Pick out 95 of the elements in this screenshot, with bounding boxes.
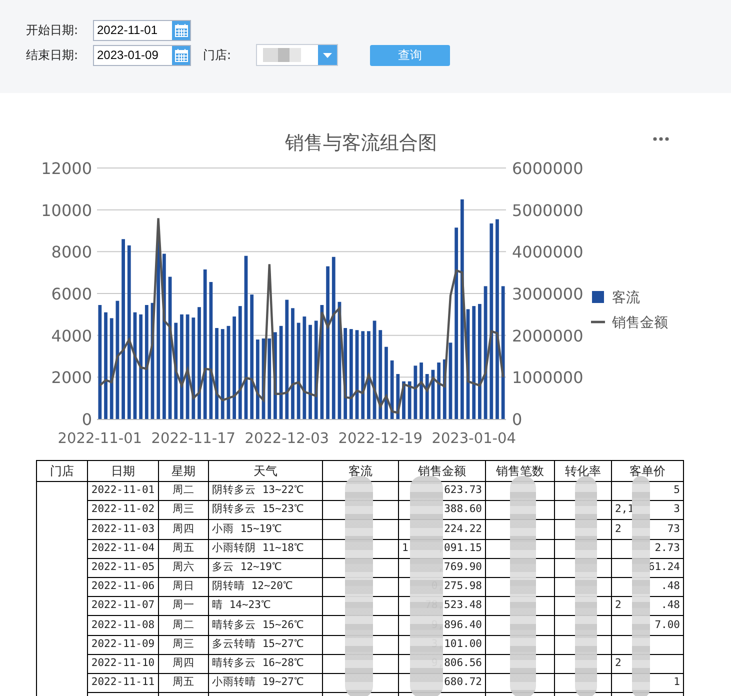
bar — [442, 359, 446, 419]
axis-label: 5000000 — [512, 200, 584, 220]
start-date-label: 开始日期: — [26, 22, 80, 39]
bar — [437, 362, 440, 419]
axis-label: 8000 — [51, 242, 92, 262]
axis-label: 4000000 — [512, 242, 584, 262]
axis-label: 12000 — [41, 159, 92, 178]
axis-label: 0 — [82, 410, 92, 429]
table-cell: 2022-11-07 — [88, 596, 158, 616]
table-cell: 2022-11-01 — [88, 482, 158, 501]
table-cell: 多云 12~19℃ — [208, 558, 322, 578]
bar — [402, 381, 406, 419]
axis-label: 2000000 — [512, 326, 584, 346]
axis-label: 3000000 — [512, 284, 584, 304]
table-cell-fragment: 2 — [615, 598, 622, 614]
table-cell: 周日 — [158, 577, 208, 597]
table-cell: 晴转多云 15~26℃ — [208, 616, 322, 635]
table-cell: 周三 — [158, 635, 208, 654]
table-cell: 晴 14~23℃ — [208, 596, 322, 616]
table-cell-fragment: 1 — [674, 675, 680, 690]
table-cell-fragment: 224.22 — [444, 522, 482, 537]
table-cell: 2022-11-09 — [88, 635, 158, 654]
axis-label: 6000000 — [512, 159, 584, 178]
table-cell: 周五 — [158, 539, 208, 558]
table-cell: 多云转晴 15~27℃ — [208, 635, 322, 654]
column-header: 门店 — [36, 460, 88, 482]
table-cell: 小雨转晴 19~27℃ — [208, 673, 322, 693]
table-cell-fragment: 5 — [674, 483, 680, 498]
axis-label: 6000 — [51, 284, 92, 304]
table-cell-fragment: 3 — [674, 502, 680, 518]
axis-label: 2022-12-19 — [338, 431, 423, 447]
table-cell: 周六 — [158, 558, 208, 578]
table-cell: 2022-11-02 — [88, 500, 158, 520]
axis-label: 2023-01-04 — [432, 431, 516, 447]
bar — [408, 381, 412, 419]
table-cell: 2022-11-08 — [88, 616, 158, 635]
table-cell: 周四 — [158, 520, 208, 540]
table-cell: 阴转多云 13~22℃ — [208, 482, 322, 501]
column-header: 星期 — [158, 460, 208, 482]
table-cell: 周四 — [158, 654, 208, 674]
bar — [431, 370, 435, 419]
table-cell-fragment: 680.72 — [444, 675, 482, 690]
end-date-label: 结束日期: — [26, 47, 80, 64]
column-header: 日期 — [88, 460, 158, 482]
table-cell-fragment: 388.60 — [444, 502, 482, 518]
table-cell: 周五 — [158, 673, 208, 693]
table-cell-fragment: 61.24 — [648, 560, 680, 575]
store-label: 门店: — [203, 47, 232, 64]
caret-icon — [323, 52, 332, 58]
table-cell: 2022-11-04 — [88, 539, 158, 558]
table-cell-fragment: 2 — [615, 522, 622, 537]
table-cell: 周二 — [158, 616, 208, 635]
axis-label: 0 — [512, 410, 522, 429]
legend-label: 销售金额 — [612, 315, 668, 331]
table-cell-fragment: ,091.15 — [438, 540, 482, 556]
axis-label: 4000 — [51, 326, 92, 346]
table-cell-fragment: ,769.90 — [438, 560, 482, 575]
axis-label: 1000000 — [512, 368, 584, 388]
column-header: 天气 — [208, 460, 322, 482]
table-cell-fragment: 2.73 — [654, 540, 680, 556]
table-cell: 小雨 15~19℃ — [208, 520, 322, 540]
table-cell: 小雨转阴 11~18℃ — [208, 539, 322, 558]
bar — [396, 374, 400, 419]
table-cell: 周二 — [158, 482, 208, 501]
more-icon[interactable] — [653, 137, 669, 141]
table-cell-fragment: 1 — [402, 540, 408, 556]
table-cell-fragment: .48 — [661, 598, 680, 614]
table-cell: 2022-11-05 — [88, 558, 158, 578]
store-dropdown[interactable] — [256, 44, 338, 66]
table-cell: 阴转多云 15~23℃ — [208, 500, 322, 520]
axis-label: 10000 — [41, 200, 92, 220]
table-cell: 2022-11-06 — [88, 577, 158, 597]
table-cell: 周一 — [158, 596, 208, 616]
axis-label: 2022-12-03 — [244, 431, 330, 447]
table-cell-fragment: 7.00 — [654, 618, 680, 633]
axis-label: 2022-11-01 — [58, 431, 142, 447]
bar — [414, 366, 418, 419]
table-cell: 周三 — [158, 500, 208, 520]
bar — [420, 362, 423, 419]
legend-label: 客流 — [612, 290, 640, 306]
bar — [425, 374, 429, 419]
table-cell-fragment: 2,1 — [615, 502, 634, 518]
table-cell-fragment: .48 — [661, 579, 680, 594]
table-cell-fragment: 73 — [667, 522, 680, 537]
table-cell-fragment: 623.73 — [444, 483, 482, 498]
table-cell: 2022-11-11 — [88, 673, 158, 693]
table-cell: 2022-11-03 — [88, 520, 158, 540]
axis-label: 2000 — [51, 368, 92, 388]
bar — [390, 360, 394, 419]
axis-label: 2022-11-17 — [151, 431, 236, 447]
table-cell: 2022-11-10 — [88, 654, 158, 674]
table-cell-fragment: 2 — [615, 656, 622, 671]
chart-title: 销售与客流组合图 — [285, 132, 437, 154]
table-cell: 阴转晴 12~20℃ — [208, 577, 322, 597]
table-cell: 晴转多云 16~28℃ — [208, 654, 322, 674]
